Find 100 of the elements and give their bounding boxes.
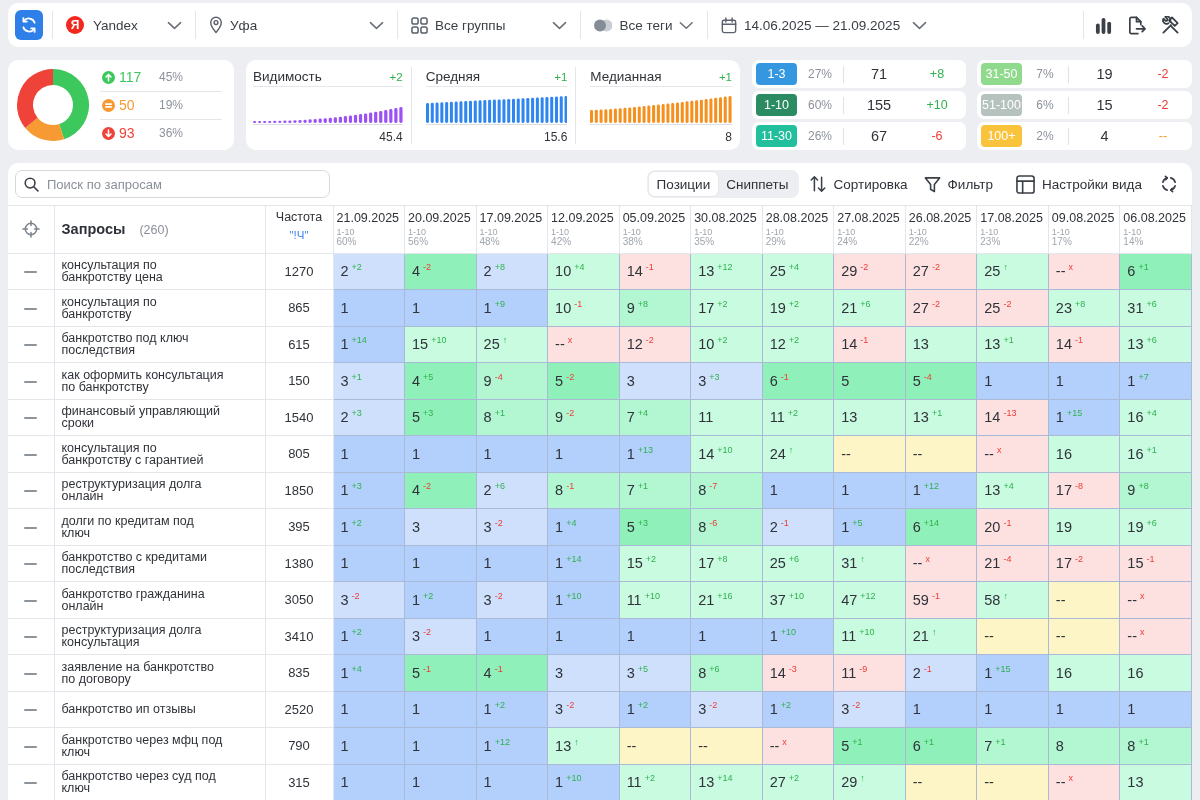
minus-icon[interactable] — [24, 344, 38, 346]
view-tab[interactable]: Позиции — [648, 172, 719, 196]
minus-icon[interactable] — [24, 709, 38, 711]
metric-title: Медианная — [590, 69, 662, 84]
rank-value: -- — [912, 445, 923, 462]
minus-icon[interactable] — [24, 563, 38, 565]
rank-value: 29 — [841, 774, 858, 791]
rank-value: 17 — [698, 555, 715, 572]
metric-title: Средняя — [425, 69, 481, 84]
rank-value: 3 — [340, 591, 349, 608]
rank-value: 16 — [1055, 664, 1072, 681]
rank-value: 11 — [769, 409, 785, 426]
rank-change: +4 — [1003, 481, 1014, 492]
query-cell: как оформить консультация по банкротству — [54, 362, 265, 399]
minus-icon[interactable] — [24, 417, 38, 419]
minus-icon[interactable] — [24, 599, 38, 602]
rank-change: -2 — [566, 700, 575, 711]
tags-dropdown[interactable]: Все теги — [581, 10, 707, 40]
calendar-icon — [721, 16, 737, 34]
date-header: 17.08.2025 — [980, 211, 1044, 226]
minus-icon[interactable] — [24, 453, 38, 456]
view-settings-button[interactable]: Настройки вида — [1015, 174, 1142, 194]
query-cell: финансовый управляющий сроки — [54, 399, 265, 436]
change-value: -2 — [1156, 98, 1170, 112]
rank-change: +6 — [1146, 335, 1157, 346]
rank-change: ↑ — [574, 736, 579, 747]
rank-value: 13 — [841, 409, 858, 426]
date-header: 26.08.2025 — [908, 211, 973, 226]
frequency-cell: 1850 — [265, 472, 333, 509]
rank-value: 15 — [1127, 555, 1144, 572]
rank-value: 1 — [984, 372, 993, 389]
rank-value: 8 — [483, 409, 492, 426]
rank-value: 3 — [555, 701, 564, 718]
minus-icon[interactable] — [24, 636, 38, 638]
rank-value: 2 — [912, 664, 921, 681]
share-label: 48% — [479, 237, 501, 247]
rank-value: 20 — [984, 518, 1001, 535]
range-badge: 1-10 — [756, 94, 797, 116]
bar-chart-icon[interactable] — [1095, 16, 1112, 34]
target-icon[interactable] — [21, 220, 40, 239]
rank-value: 1 — [412, 299, 421, 316]
tools-icon[interactable] — [1161, 15, 1180, 35]
frequency-cell: 1380 — [265, 545, 333, 582]
search-engine-dropdown[interactable]: Я Yandex — [53, 10, 195, 40]
sort-button[interactable]: Сортировка — [808, 175, 908, 193]
table-layout-icon — [1015, 174, 1035, 194]
range-label: 1-10 — [479, 228, 499, 237]
rank-change: +8 — [494, 262, 505, 273]
rank-value: 1 — [769, 701, 778, 718]
rank-value: 11 — [698, 409, 714, 426]
change-value: +1 — [718, 70, 732, 83]
rank-value: 4 — [412, 372, 421, 389]
rank-change: -1 — [780, 371, 789, 382]
minus-icon[interactable] — [24, 672, 38, 675]
range-label: 1-10 — [694, 228, 714, 237]
minus-icon[interactable] — [24, 782, 38, 784]
rank-change: x — [1068, 773, 1073, 784]
rank-value: 1 — [340, 628, 349, 645]
refresh-button[interactable] — [15, 10, 43, 40]
rank-value: 1 — [912, 482, 921, 499]
rank-value: 16 — [1127, 445, 1144, 462]
rank-value: 5 — [555, 372, 564, 389]
rank-change: +12 — [717, 262, 733, 273]
minus-icon[interactable] — [24, 380, 38, 383]
rank-value: 1 — [984, 664, 993, 681]
rank-change: +4 — [788, 262, 800, 273]
rank-value: 1 — [412, 701, 421, 718]
filter-button[interactable]: Фильтр — [923, 175, 993, 193]
groups-dropdown[interactable]: Все группы — [398, 10, 580, 40]
frequency-cell: 1270 — [265, 253, 333, 290]
document-export-icon[interactable] — [1127, 15, 1146, 35]
search-field[interactable]: Поиск по запросам — [15, 170, 330, 198]
rank-value: 13 — [984, 482, 1001, 499]
rank-value: 1 — [555, 445, 564, 462]
rank-value: 14 — [841, 336, 858, 353]
frequency-cell: 1540 — [265, 399, 333, 436]
rank-value: 8 — [1055, 737, 1064, 754]
rank-value: 21 — [698, 591, 715, 608]
minus-icon[interactable] — [24, 271, 38, 273]
rank-value: 10 — [555, 263, 572, 280]
rank-change: +3 — [709, 371, 720, 382]
region-dropdown[interactable]: Уфа — [196, 10, 397, 40]
minus-icon[interactable] — [24, 745, 38, 748]
change-value: +2 — [389, 70, 403, 83]
cycle-arrows-icon[interactable] — [1160, 175, 1178, 193]
date-range-dropdown[interactable]: 14.06.2025 — 21.09.2025 — [708, 10, 940, 40]
view-tab[interactable]: Сниппеты — [718, 172, 797, 196]
share-label: 45% — [159, 70, 184, 84]
minus-icon[interactable] — [24, 490, 38, 492]
rank-change: -1 — [566, 481, 575, 492]
change-value: -- — [1157, 129, 1169, 143]
share-label: 6% — [1035, 98, 1055, 112]
metric-value: 15.6 — [543, 130, 568, 144]
rank-value: 6 — [912, 737, 921, 754]
rank-value: 1 — [340, 701, 349, 718]
minus-icon[interactable] — [24, 307, 38, 310]
rank-change: +2 — [780, 700, 792, 711]
minus-icon[interactable] — [24, 526, 38, 529]
rank-change: +10 — [788, 590, 805, 601]
rank-change: -2 — [494, 517, 503, 528]
